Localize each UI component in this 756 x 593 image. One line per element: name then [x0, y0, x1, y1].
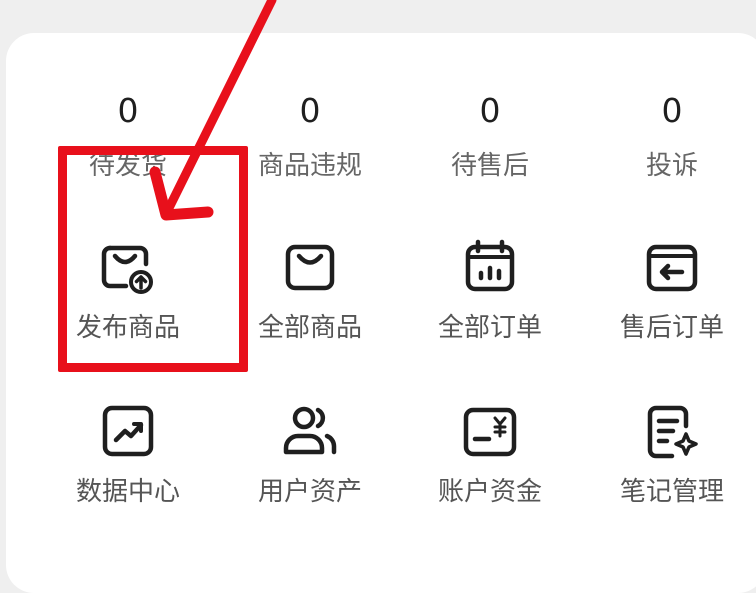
tool-data-center[interactable]: 数据中心 — [38, 402, 218, 542]
annotation-highlight-box — [58, 146, 248, 372]
stat-value: 0 — [661, 91, 683, 130]
order-chart-icon — [465, 239, 515, 292]
stat-value: 0 — [479, 91, 501, 130]
note-sparkle-icon — [647, 405, 698, 459]
tool-user-assets[interactable]: 用户资产 — [220, 402, 400, 542]
tool-label: 售后订单 — [619, 313, 724, 343]
tool-label: 数据中心 — [75, 477, 180, 507]
tool-account-funds[interactable]: 账户资金 — [400, 402, 580, 542]
tool-label: 全部订单 — [437, 313, 542, 343]
tool-aftersale-orders[interactable]: 售后订单 — [582, 238, 756, 378]
return-arrow-icon — [646, 244, 698, 292]
trend-chart-icon — [102, 405, 154, 457]
tool-all-orders[interactable]: 全部订单 — [400, 238, 580, 378]
tool-notes-management[interactable]: 笔记管理 — [582, 402, 756, 542]
stat-value: 0 — [299, 91, 321, 130]
users-icon — [283, 406, 337, 455]
yuan-card-icon — [463, 407, 517, 457]
shopping-bag-icon — [285, 244, 335, 291]
tool-label: 账户资金 — [437, 477, 542, 507]
stat-label: 投诉 — [645, 151, 698, 181]
tool-label: 笔记管理 — [619, 477, 724, 507]
stat-label: 待售后 — [450, 151, 529, 181]
stat-value: 0 — [117, 91, 139, 130]
tool-label: 用户资产 — [257, 477, 362, 507]
